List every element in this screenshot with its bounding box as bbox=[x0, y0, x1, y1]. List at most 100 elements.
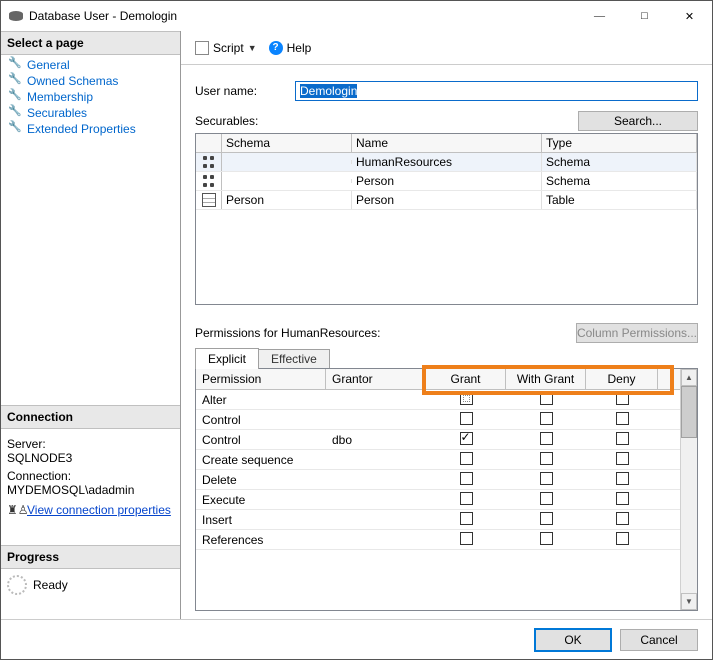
page-navigation: GeneralOwned SchemasMembershipSecurables… bbox=[1, 55, 180, 139]
permissions-tabs: ExplicitEffective bbox=[195, 347, 698, 368]
securables-col-type[interactable]: Type bbox=[542, 134, 697, 152]
perm-col-grant[interactable]: Grant bbox=[426, 369, 506, 389]
checkbox[interactable] bbox=[616, 392, 629, 405]
nav-item-membership[interactable]: Membership bbox=[5, 89, 176, 105]
scroll-up-button[interactable]: ▲ bbox=[681, 369, 697, 386]
schema-icon bbox=[202, 155, 216, 169]
dialog-footer: OK Cancel bbox=[1, 619, 712, 659]
checkbox[interactable] bbox=[616, 432, 629, 445]
checkbox[interactable] bbox=[540, 472, 553, 485]
search-button[interactable]: Search... bbox=[578, 111, 698, 131]
securable-row[interactable]: HumanResourcesSchema bbox=[196, 153, 697, 172]
permissions-grid[interactable]: Permission Grantor Grant With Grant Deny… bbox=[195, 368, 698, 611]
progress-status: Ready bbox=[33, 578, 68, 592]
username-label: User name: bbox=[195, 84, 285, 98]
securable-row[interactable]: PersonSchema bbox=[196, 172, 697, 191]
checkbox[interactable] bbox=[616, 472, 629, 485]
column-permissions-button: Column Permissions... bbox=[576, 323, 698, 343]
securables-col-name[interactable]: Name bbox=[352, 134, 542, 152]
permission-row[interactable]: Insert bbox=[196, 510, 680, 530]
wrench-icon bbox=[9, 90, 23, 104]
perm-col-deny[interactable]: Deny bbox=[586, 369, 658, 389]
progress-header: Progress bbox=[1, 545, 180, 569]
username-input[interactable]: Demologin bbox=[295, 81, 698, 101]
checkbox[interactable] bbox=[616, 452, 629, 465]
permission-row[interactable]: Controldbo bbox=[196, 430, 680, 450]
securables-grid[interactable]: Schema Name Type HumanResourcesSchemaPer… bbox=[195, 133, 698, 305]
perm-col-grantor[interactable]: Grantor bbox=[326, 369, 426, 389]
wrench-icon bbox=[9, 106, 23, 120]
scroll-thumb[interactable] bbox=[681, 386, 697, 438]
permission-row[interactable]: Delete bbox=[196, 470, 680, 490]
checkbox[interactable] bbox=[616, 512, 629, 525]
checkbox[interactable] bbox=[460, 452, 473, 465]
checkbox[interactable] bbox=[616, 492, 629, 505]
permissions-scrollbar[interactable]: ▲ ▼ bbox=[680, 369, 697, 610]
perm-col-withgrant[interactable]: With Grant bbox=[506, 369, 586, 389]
checkbox[interactable] bbox=[460, 512, 473, 525]
maximize-button[interactable]: □ bbox=[622, 1, 667, 31]
securables-label: Securables: bbox=[195, 114, 578, 128]
checkbox[interactable] bbox=[540, 412, 553, 425]
permission-row[interactable]: Alter bbox=[196, 390, 680, 410]
checkbox[interactable] bbox=[540, 512, 553, 525]
checkbox[interactable] bbox=[540, 392, 553, 405]
wrench-icon bbox=[9, 122, 23, 136]
database-icon bbox=[9, 9, 23, 23]
checkbox[interactable] bbox=[616, 532, 629, 545]
connection-label: Connection: bbox=[7, 469, 174, 483]
close-button[interactable]: ✕ bbox=[667, 1, 712, 31]
nav-item-extended-properties[interactable]: Extended Properties bbox=[5, 121, 176, 137]
select-page-header: Select a page bbox=[1, 31, 180, 55]
wrench-icon bbox=[9, 74, 23, 88]
left-pane: Select a page GeneralOwned SchemasMember… bbox=[1, 31, 181, 619]
permission-row[interactable]: Execute bbox=[196, 490, 680, 510]
script-dropdown-icon[interactable]: ▼ bbox=[248, 43, 257, 53]
checkbox[interactable] bbox=[460, 412, 473, 425]
checkbox[interactable] bbox=[460, 532, 473, 545]
tab-explicit[interactable]: Explicit bbox=[195, 348, 259, 369]
permissions-label: Permissions for HumanResources: bbox=[195, 326, 576, 340]
connection-header: Connection bbox=[1, 405, 180, 429]
window-title: Database User - Demologin bbox=[29, 9, 577, 23]
perm-col-permission[interactable]: Permission bbox=[196, 369, 326, 389]
checkbox[interactable] bbox=[460, 472, 473, 485]
checkbox[interactable] bbox=[540, 532, 553, 545]
wrench-icon bbox=[9, 58, 23, 72]
connection-props-icon: ♜♙ bbox=[7, 503, 23, 517]
permission-row[interactable]: References bbox=[196, 530, 680, 550]
nav-item-owned-schemas[interactable]: Owned Schemas bbox=[5, 73, 176, 89]
checkbox[interactable] bbox=[540, 452, 553, 465]
titlebar: Database User - Demologin — □ ✕ bbox=[1, 1, 712, 31]
dialog-window: Database User - Demologin — □ ✕ Select a… bbox=[0, 0, 713, 660]
checkbox[interactable] bbox=[460, 392, 473, 405]
help-button[interactable]: ? Help bbox=[265, 39, 316, 57]
checkbox[interactable] bbox=[540, 492, 553, 505]
permission-row[interactable]: Control bbox=[196, 410, 680, 430]
tab-effective[interactable]: Effective bbox=[258, 349, 330, 370]
schema-icon bbox=[202, 174, 216, 188]
server-label: Server: bbox=[7, 437, 174, 451]
checkbox[interactable] bbox=[460, 492, 473, 505]
toolbar: Script ▼ ? Help bbox=[181, 31, 712, 65]
view-connection-properties-link[interactable]: View connection properties bbox=[27, 503, 171, 517]
scroll-down-button[interactable]: ▼ bbox=[681, 593, 697, 610]
help-icon: ? bbox=[269, 41, 283, 55]
ok-button[interactable]: OK bbox=[534, 628, 612, 652]
table-icon bbox=[202, 193, 216, 207]
connection-value: MYDEMOSQL\adadmin bbox=[7, 483, 174, 497]
checkbox[interactable] bbox=[460, 432, 473, 445]
securable-row[interactable]: PersonPersonTable bbox=[196, 191, 697, 210]
script-icon bbox=[195, 41, 209, 55]
progress-spinner-icon bbox=[7, 575, 27, 595]
securables-col-schema[interactable]: Schema bbox=[222, 134, 352, 152]
script-button[interactable]: Script ▼ bbox=[191, 39, 261, 57]
minimize-button[interactable]: — bbox=[577, 1, 622, 31]
server-value: SQLNODE3 bbox=[7, 451, 174, 465]
checkbox[interactable] bbox=[540, 432, 553, 445]
checkbox[interactable] bbox=[616, 412, 629, 425]
nav-item-securables[interactable]: Securables bbox=[5, 105, 176, 121]
nav-item-general[interactable]: General bbox=[5, 57, 176, 73]
cancel-button[interactable]: Cancel bbox=[620, 629, 698, 651]
permission-row[interactable]: Create sequence bbox=[196, 450, 680, 470]
